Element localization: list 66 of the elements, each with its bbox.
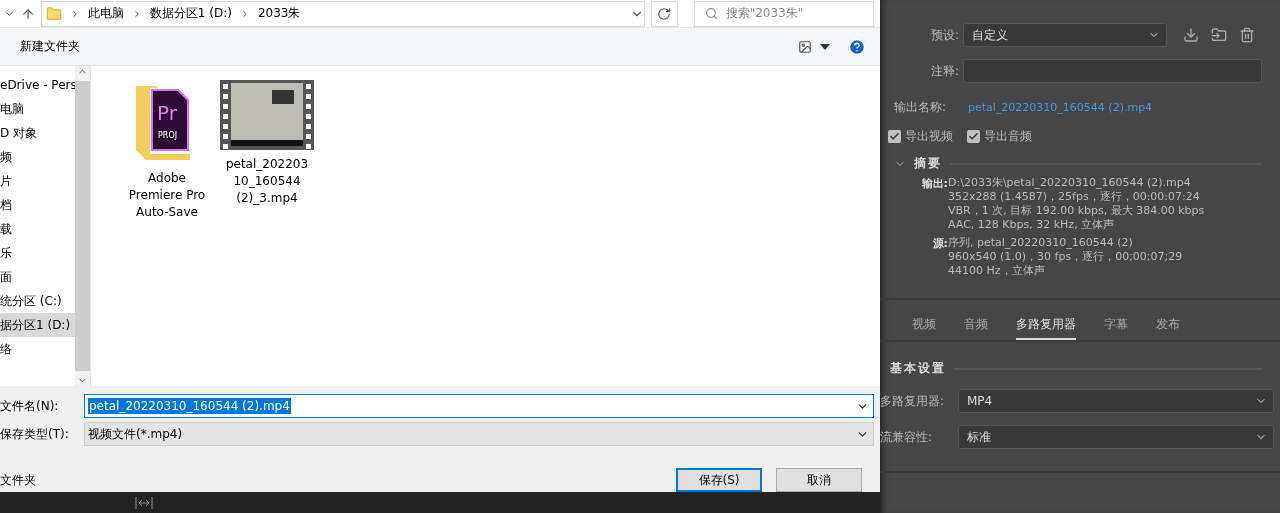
checkbox[interactable]: [888, 130, 901, 143]
nav-item[interactable]: 统分区 (C:): [0, 289, 75, 313]
summary-line: 44100 Hz，立体声: [948, 264, 1046, 278]
refresh-button[interactable]: [650, 0, 678, 27]
breadcrumb[interactable]: 此电脑: [87, 5, 124, 22]
tab[interactable]: 视频: [912, 316, 936, 340]
hide-folders-toggle[interactable]: 文件夹: [0, 471, 662, 489]
file-name[interactable]: petal_20220310_160544 (2)_3.mp4: [224, 156, 310, 207]
download-icon[interactable]: [1183, 27, 1199, 43]
summary-line: 960x540 (1.0)，30 fps，逐行，00;00;07;29: [948, 250, 1183, 264]
summary-label: 源:: [931, 236, 948, 252]
nav-item[interactable]: 络: [0, 337, 75, 361]
refresh-icon: [657, 6, 672, 21]
nav-item[interactable]: 频: [0, 145, 75, 169]
filename-field[interactable]: petal_20220310_160544 (2).mp4: [84, 394, 874, 418]
save-button[interactable]: 保存(S): [676, 468, 762, 492]
preset-select[interactable]: 自定义: [963, 23, 1167, 47]
summary-line: AAC, 128 Kbps, 32 kHz, 立体声: [948, 218, 1116, 232]
field-label: 保存类型(T):: [0, 425, 70, 443]
nav-item[interactable]: 片: [0, 169, 75, 193]
nav-item[interactable]: 档: [0, 193, 75, 217]
tab[interactable]: 音频: [964, 316, 988, 340]
search-icon: [704, 7, 718, 20]
folder-import-icon[interactable]: [1211, 27, 1227, 43]
breadcrumb[interactable]: 2033朱: [257, 5, 301, 22]
cancel-button[interactable]: 取消: [776, 468, 862, 492]
checkbox-label: 导出音频: [984, 128, 1032, 145]
field-label: 输出名称:: [893, 98, 948, 116]
nav-item[interactable]: D 对象: [0, 121, 75, 145]
checkbox-label: 导出视频: [905, 128, 953, 145]
field-label: 预设:: [929, 26, 960, 44]
nav-item[interactable]: 乐: [0, 241, 75, 265]
section-title: 基本设置: [890, 360, 946, 377]
view-icon[interactable]: [798, 39, 812, 54]
search-field[interactable]: 搜索"2033朱": [693, 0, 874, 27]
dropdown-select[interactable]: MP4: [958, 389, 1274, 413]
nav-item[interactable]: 面: [0, 265, 75, 289]
dropdown-select[interactable]: 标准: [958, 425, 1274, 449]
nav-item[interactable]: 电脑: [0, 97, 75, 121]
field-label: 注释:: [929, 62, 960, 80]
summary-line: D:\2033朱\petal_20220310_160544 (2).mp4: [948, 176, 1192, 190]
scrollbar-thumb[interactable]: [75, 81, 90, 371]
fit-width-icon[interactable]: [134, 495, 154, 510]
summary-label: 输出:: [920, 176, 948, 192]
field-label: 文件名(N):: [0, 397, 60, 415]
file-type-select[interactable]: 视频文件(*.mp4): [84, 422, 874, 446]
checkbox[interactable]: [967, 130, 980, 143]
summary-line: 352x288 (1.4587)，25fps，逐行，00:00:07:24: [948, 190, 1201, 204]
folder-icon: [45, 5, 62, 22]
caret-icon[interactable]: [820, 43, 830, 50]
section-title: 摘要: [914, 155, 942, 172]
summary-line: 序列, petal_20220310_160544 (2): [948, 236, 1134, 250]
field-label: 多路复用器:: [880, 392, 946, 410]
nav-item[interactable]: 载: [0, 217, 75, 241]
delete-icon[interactable]: [1239, 27, 1255, 43]
breadcrumb[interactable]: 数据分区1 (D:): [149, 5, 232, 22]
nav-item[interactable]: 据分区1 (D:): [0, 313, 75, 337]
address-bar[interactable]: 此电脑 数据分区1 (D:) 2033朱: [40, 0, 645, 27]
help-icon[interactable]: [848, 37, 866, 56]
file-name[interactable]: Adobe Premiere Pro Auto-Save: [124, 170, 210, 221]
comment-field[interactable]: [963, 59, 1262, 83]
field-label: 流兼容性:: [880, 428, 934, 446]
video-thumbnail-icon: [220, 80, 314, 150]
tab[interactable]: 发布: [1156, 316, 1180, 340]
tab[interactable]: 字幕: [1104, 316, 1128, 340]
summary-line: VBR，1 次, 目标 192.00 kbps, 最大 384.00 kbps: [948, 204, 1205, 218]
